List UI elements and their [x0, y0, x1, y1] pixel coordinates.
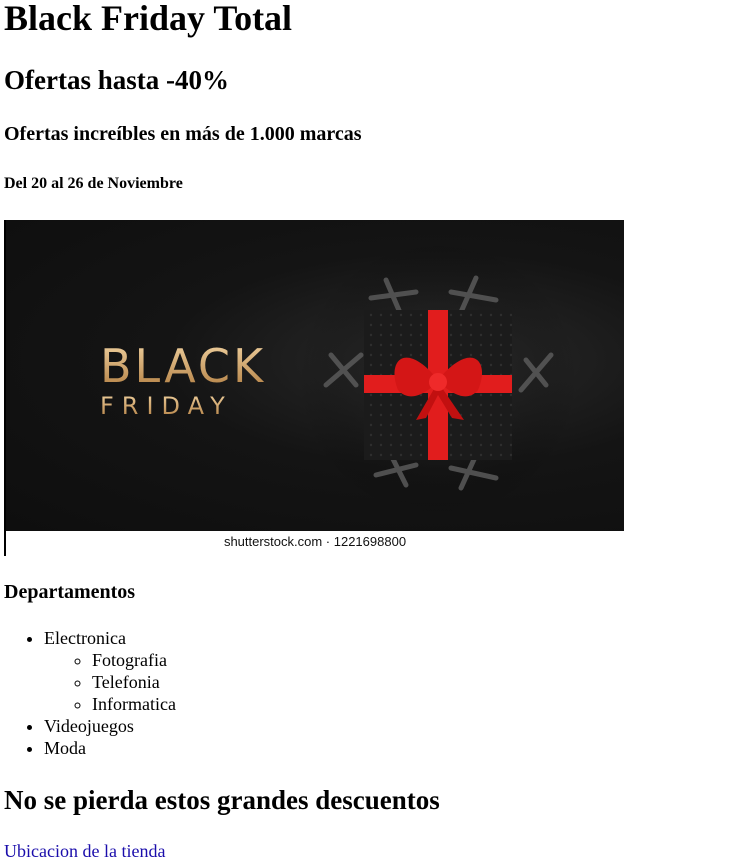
- electronica-sublist: Fotografia Telefonia Informatica: [44, 649, 176, 715]
- store-location-link[interactable]: Ubicacion de la tienda: [4, 840, 165, 862]
- list-item-informatica: Informatica: [92, 693, 176, 715]
- banner-background: BLACK FRIDAY: [6, 220, 624, 531]
- page-title: Black Friday Total: [4, 0, 293, 38]
- image-credit-caption: shutterstock.com · 1221698800: [223, 534, 407, 549]
- list-item-fotografia: Fotografia: [92, 649, 176, 671]
- list-item-videojuegos: Videojuegos: [44, 715, 176, 737]
- gift-box-illustration: [298, 240, 578, 520]
- list-item-electronica: Electronica Fotografia Telefonia Informa…: [44, 627, 176, 715]
- offers-heading: Ofertas hasta -40%: [4, 65, 229, 95]
- list-item-label: Electronica: [44, 628, 126, 648]
- date-range-text: Del 20 al 26 de Noviembre: [4, 175, 183, 192]
- black-friday-banner-image: BLACK FRIDAY shutterstock.com · 12216988…: [4, 220, 624, 556]
- list-item-telefonia: Telefonia: [92, 671, 176, 693]
- departments-list: Electronica Fotografia Telefonia Informa…: [4, 627, 176, 759]
- promo-heading: No se pierda estos grandes descuentos: [4, 785, 440, 815]
- departments-heading: Departamentos: [4, 581, 136, 603]
- list-item-moda: Moda: [44, 737, 176, 759]
- brands-subheading: Ofertas increíbles en más de 1.000 marca…: [4, 123, 362, 145]
